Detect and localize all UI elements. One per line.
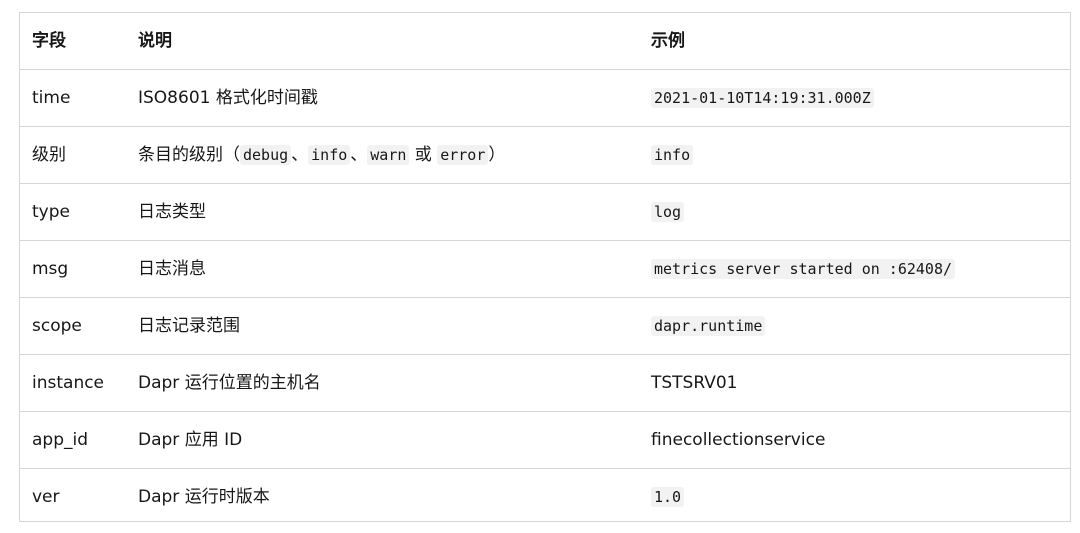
description-cell: 日志记录范围 (126, 297, 639, 355)
table-row: instance Dapr 运行位置的主机名 TSTSRV01 (20, 354, 1070, 412)
inline-code: metrics server started on :62408/ (651, 259, 956, 279)
log-fields-table-container: 字段 说明 示例 time ISO8601 格式化时间戳 2021-01-10T14… (19, 12, 1071, 522)
cell-text: 条目的级别（ (138, 145, 240, 165)
description-cell: Dapr 运行时版本 (126, 469, 639, 526)
field-name-cell: app_id (20, 411, 126, 469)
cell-text: Dapr 运行位置的主机名 (138, 373, 321, 393)
description-cell: Dapr 运行位置的主机名 (126, 354, 639, 412)
cell-text: ISO8601 格式化时间戳 (138, 88, 318, 108)
example-cell: 2021-01-10T14:19:31.000Z (639, 69, 1070, 127)
example-cell: info (639, 126, 1070, 184)
table-row: app_id Dapr 应用 ID finecollectionservice (20, 411, 1070, 469)
inline-code: warn (367, 145, 410, 165)
field-name-cell: instance (20, 354, 126, 412)
cell-text: Dapr 应用 ID (138, 430, 243, 450)
example-cell: metrics server started on :62408/ (639, 240, 1070, 298)
description-cell: ISO8601 格式化时间戳 (126, 69, 639, 127)
cell-text: 日志类型 (138, 202, 206, 222)
field-name-cell: type (20, 183, 126, 241)
header-example: 示例 (639, 13, 1070, 70)
example-cell: 1.0 (639, 469, 1070, 526)
inline-code: error (437, 145, 489, 165)
table-row: msg 日志消息 metrics server started on :62408/ (20, 240, 1070, 298)
description-cell: Dapr 应用 ID (126, 411, 639, 469)
inline-code: 2021-01-10T14:19:31.000Z (651, 88, 874, 108)
table-row: type 日志类型 log (20, 183, 1070, 241)
cell-text: 日志消息 (138, 259, 206, 279)
cell-text: Dapr 运行时版本 (138, 487, 270, 507)
inline-code: debug (240, 145, 292, 165)
field-name-cell: time (20, 69, 126, 127)
inline-code: info (308, 145, 351, 165)
table-body: time ISO8601 格式化时间戳 2021-01-10T14:19:31.00… (20, 69, 1070, 526)
inline-code: info (651, 145, 694, 165)
cell-text: TSTSRV01 (651, 373, 738, 393)
description-cell: 条目的级别（ debug、 info、 warn 或 error） (126, 126, 639, 184)
table-row: ver Dapr 运行时版本 1.0 (20, 469, 1070, 526)
field-name-cell: msg (20, 240, 126, 298)
field-name-cell: 级别 (20, 126, 126, 184)
example-cell: finecollectionservice (639, 411, 1070, 469)
table-row: scope 日志记录范围 dapr.runtime (20, 297, 1070, 355)
inline-code: dapr.runtime (651, 316, 766, 336)
cell-text: 或 (409, 145, 438, 165)
field-name-cell: scope (20, 297, 126, 355)
log-fields-table: 字段 说明 示例 time ISO8601 格式化时间戳 2021-01-10T14… (20, 13, 1070, 525)
cell-text: finecollectionservice (651, 430, 826, 450)
example-cell: log (639, 183, 1070, 241)
table-row: time ISO8601 格式化时间戳 2021-01-10T14:19:31.00… (20, 69, 1070, 127)
table-header-row: 字段 说明 示例 (20, 13, 1070, 70)
header-field: 字段 (20, 13, 126, 70)
example-cell: TSTSRV01 (639, 354, 1070, 412)
cell-text: 、 (350, 145, 368, 165)
inline-code: log (651, 202, 685, 222)
example-cell: dapr.runtime (639, 297, 1070, 355)
cell-text: ） (488, 145, 506, 165)
cell-text: 、 (291, 145, 309, 165)
cell-text: 日志记录范围 (138, 316, 240, 336)
inline-code: 1.0 (651, 487, 685, 507)
header-description: 说明 (126, 13, 639, 70)
description-cell: 日志类型 (126, 183, 639, 241)
description-cell: 日志消息 (126, 240, 639, 298)
table-row: 级别 条目的级别（ debug、 info、 warn 或 error） info (20, 126, 1070, 184)
field-name-cell: ver (32, 487, 60, 507)
